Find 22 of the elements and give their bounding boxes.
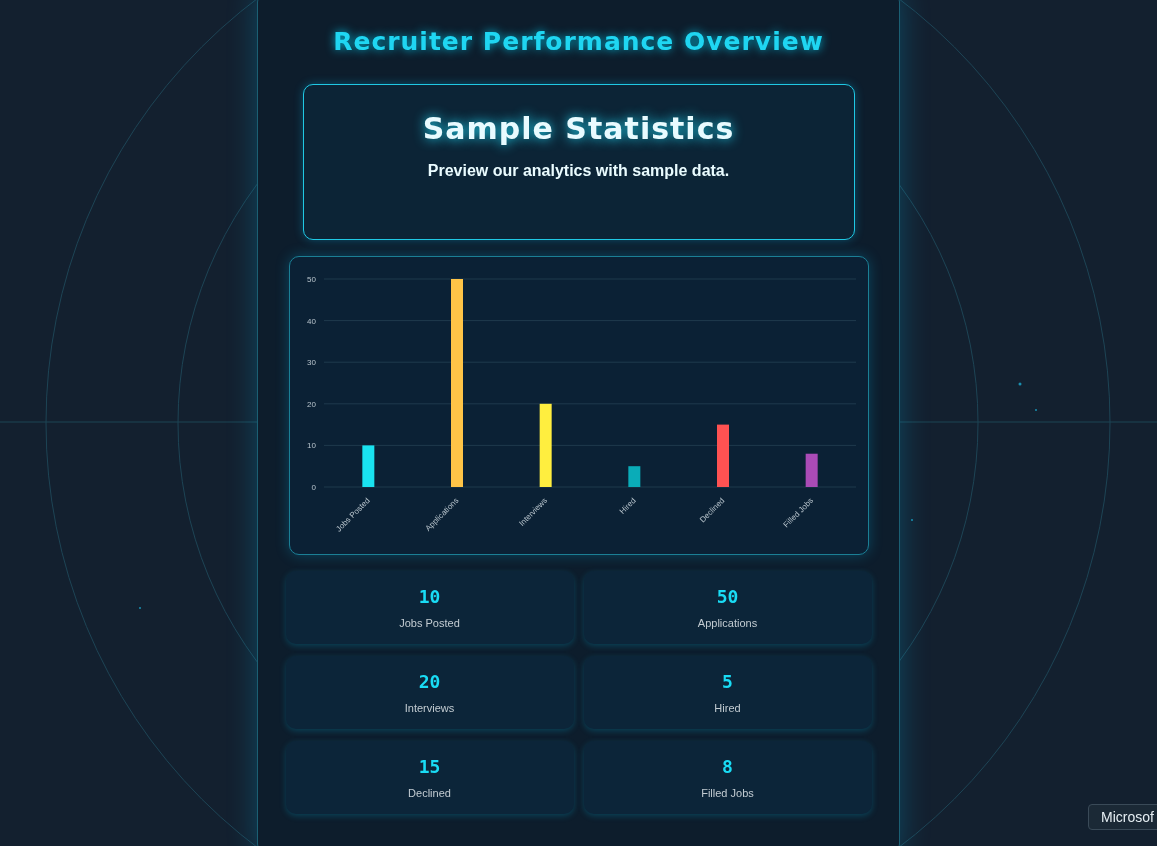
stat-value: 8 bbox=[722, 756, 733, 777]
y-axis-label: 30 bbox=[306, 358, 316, 368]
stat-label: Hired bbox=[714, 702, 741, 714]
hero-subtitle: Preview our analytics with sample data. bbox=[426, 162, 731, 180]
y-axis-label: 0 bbox=[311, 483, 316, 492]
page-title: Recruiter Performance Overview bbox=[333, 27, 824, 56]
y-axis-label: 50 bbox=[306, 275, 316, 284]
y-axis-label: 10 bbox=[306, 441, 316, 451]
stat-label: Filled Jobs bbox=[701, 787, 754, 799]
stat-value: 50 bbox=[716, 586, 739, 607]
stat-value: 15 bbox=[418, 756, 441, 777]
tooltip: Microsof bbox=[1088, 804, 1157, 830]
stat-value: 5 bbox=[722, 671, 733, 692]
stat-label: Jobs Posted bbox=[399, 617, 460, 629]
hero-heading: Sample Statistics bbox=[421, 111, 736, 146]
y-axis-label: 40 bbox=[306, 316, 316, 326]
stat-label: Applications bbox=[697, 617, 758, 629]
stat-value: 20 bbox=[418, 671, 441, 692]
stat-value: 10 bbox=[418, 586, 441, 607]
stat-label: Declined bbox=[408, 787, 451, 799]
y-axis-label: 20 bbox=[306, 399, 316, 409]
stat-label: Interviews bbox=[404, 702, 455, 714]
